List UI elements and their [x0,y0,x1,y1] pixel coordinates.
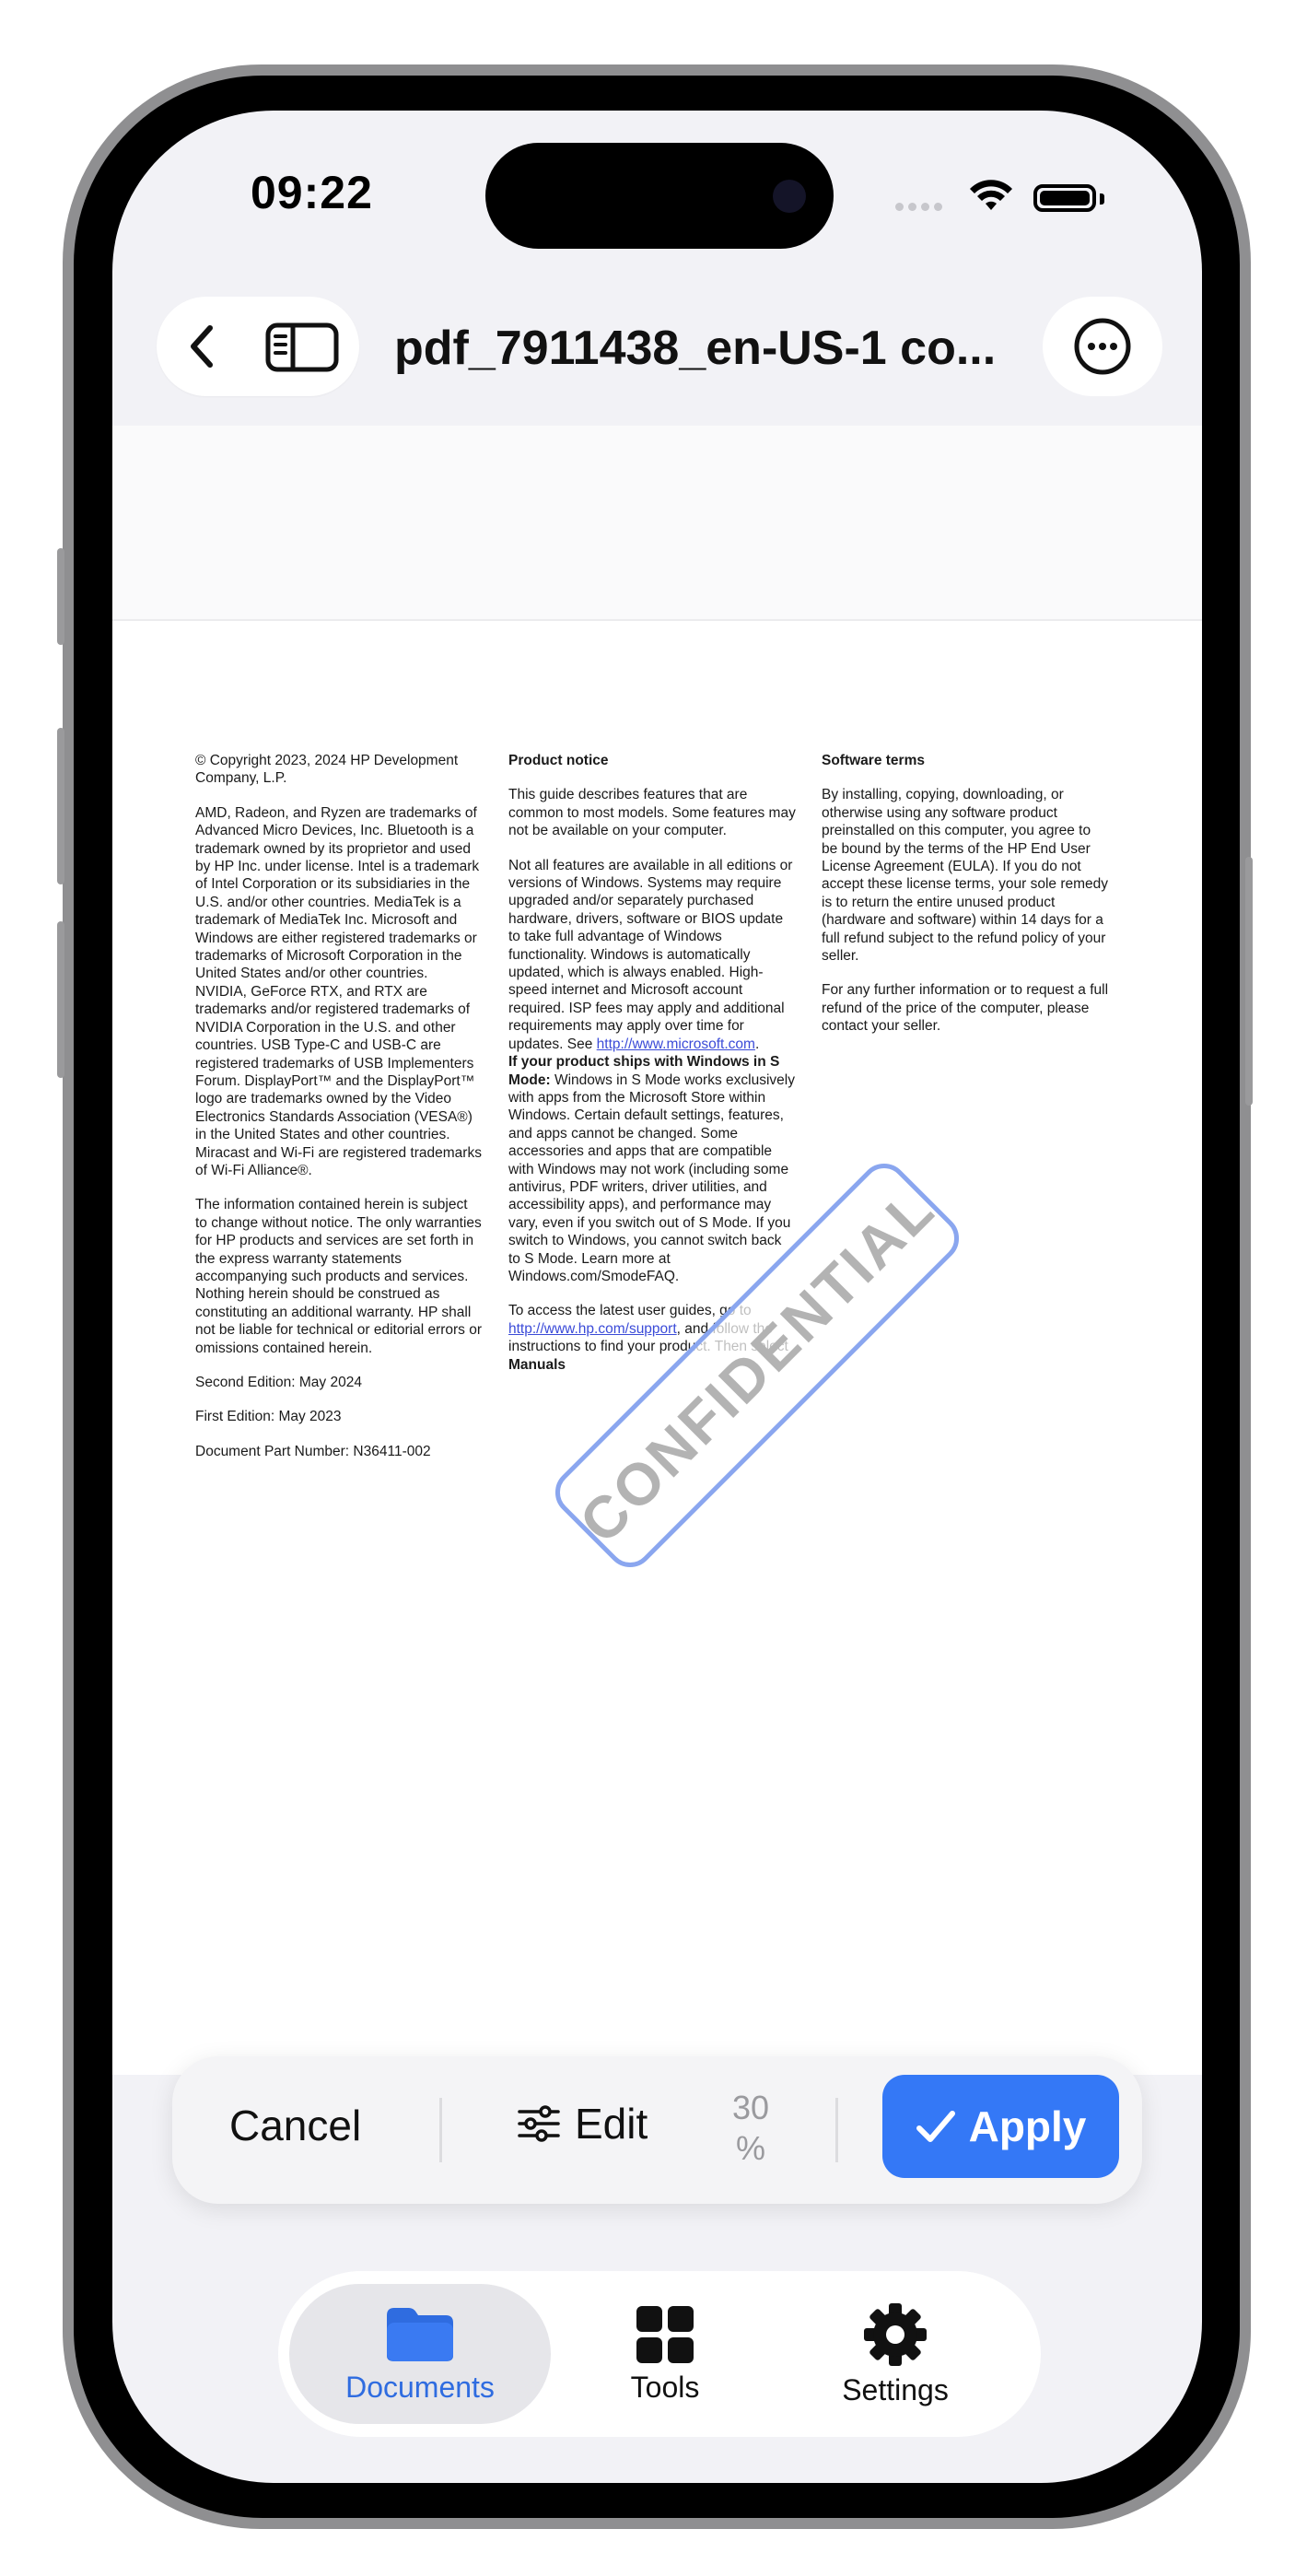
product-notice-p2: Not all features are available in all ed… [508,857,793,1052]
wifi-icon [970,180,1012,210]
product-notice-heading: Product notice [508,753,609,768]
back-chevron-icon[interactable] [177,319,232,374]
apply-button[interactable]: Apply [882,2075,1119,2178]
ellipsis-circle-icon [1074,318,1131,375]
cellular-signal-icon [895,203,942,211]
part-number-text: Document Part Number: N36411-002 [195,1443,431,1459]
nav-button-group [157,297,359,396]
software-terms-p2: For any further information or to reques… [822,982,1109,1035]
tab-tools-label: Tools [630,2370,700,2404]
volume-up-button [57,728,64,884]
tab-tools[interactable]: Tools [582,2284,748,2424]
edit-label: Edit [575,2100,648,2148]
sliders-icon [518,2105,560,2142]
product-notice-p1: This guide describes features that are c… [508,787,796,839]
navigation-bar: pdf_7911438_en-US-1 co... [112,267,1202,424]
volume-down-button [57,921,64,1078]
edit-button[interactable]: Edit [518,2099,648,2149]
cancel-button[interactable]: Cancel [229,2101,361,2150]
software-terms-p1: By installing, copying, downloading, or … [822,787,1108,965]
previous-page [112,426,1202,621]
status-time: 09:22 [251,167,373,218]
battery-icon [1033,184,1096,212]
tab-documents[interactable]: Documents [289,2284,551,2424]
column-copyright: © Copyright 2023, 2024 HP Development Co… [195,752,483,1477]
s-mode-text: If your product ships with Windows in S … [508,1054,795,1284]
grid-icon [636,2305,694,2363]
dynamic-island [485,143,834,249]
action-button [57,548,64,645]
toolbar-divider [835,2098,838,2162]
toolbar-divider [439,2098,442,2162]
opacity-percent: 30 % [731,2089,770,2167]
disclaimer-text: The information contained herein is subj… [195,1197,483,1356]
battery-tip [1100,193,1104,205]
trademarks-text: AMD, Radeon, and Ryzen are trademarks of… [195,804,482,1178]
first-edition-text: First Edition: May 2023 [195,1409,342,1425]
second-edition-text: Second Edition: May 2024 [195,1375,362,1390]
more-options-button[interactable] [1043,297,1162,396]
folder-icon [387,2307,453,2361]
document-viewer[interactable]: © Copyright 2023, 2024 HP Development Co… [112,426,1202,2075]
tab-settings[interactable]: Settings [803,2284,987,2424]
tab-bar: Documents Tools Settings [278,2271,1041,2437]
tab-settings-label: Settings [842,2372,949,2406]
copyright-text: © Copyright 2023, 2024 HP Development Co… [195,753,459,787]
pdf-page: © Copyright 2023, 2024 HP Development Co… [112,621,1202,2075]
gear-icon [864,2302,927,2366]
status-bar: 09:22 [112,111,1202,249]
tab-documents-label: Documents [345,2370,495,2404]
hp-support-link[interactable]: http://www.hp.com/support [508,1321,677,1337]
apply-label: Apply [968,2102,1087,2150]
document-title: pdf_7911438_en-US-1 co... [394,322,997,375]
power-button [1245,857,1253,1106]
microsoft-link[interactable]: http://www.microsoft.com [597,1036,755,1052]
sidebar-toggle-icon[interactable] [265,322,339,372]
checkmark-icon [916,2111,955,2142]
watermark-toolbar: Cancel Edit 30 % Apply [172,2056,1142,2204]
column-software-terms: Software terms By installing, copying, d… [822,752,1109,1052]
screen: 09:22 pdf_7911438_en-US-1 co... © Copyri… [112,111,1202,2483]
software-terms-heading: Software terms [822,753,925,768]
